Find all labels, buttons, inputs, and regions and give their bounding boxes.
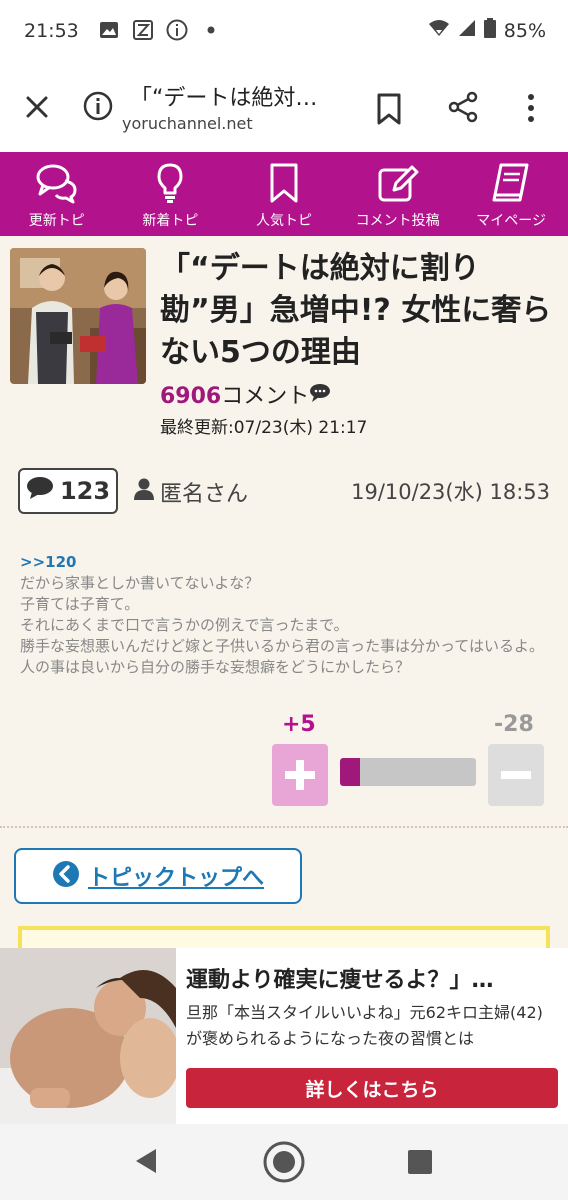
- dot-icon: [200, 19, 222, 41]
- nav-label: 人気トピ: [255, 213, 312, 229]
- user-icon: [134, 478, 154, 506]
- ad-image[interactable]: [0, 948, 176, 1124]
- home-icon[interactable]: [262, 1140, 306, 1188]
- image-icon: [98, 19, 120, 41]
- comment-count-number: 6906: [160, 384, 222, 409]
- nav-popular-topics[interactable]: 人気トピ: [227, 152, 341, 236]
- main-content: 「“デートは絶対に割り勘”男」急増中!? 女性に奢らない5つの理由 6906コメ…: [0, 236, 568, 956]
- divider: [0, 826, 568, 828]
- minus-vote-count: -28: [494, 712, 534, 737]
- post-line: 人の事は良いから自分の勝手な妄想癖をどうにかしたら？: [20, 658, 411, 676]
- author-name: 匿名さん: [160, 482, 249, 507]
- system-nav-bar: [0, 1124, 568, 1200]
- browser-page-title: 「“デートは絶対…: [130, 86, 318, 111]
- post-line: だから家事としか書いてないよな？: [20, 574, 260, 592]
- post-number: 123: [59, 477, 111, 505]
- app-icon: [132, 19, 154, 41]
- plus-vote-count: +5: [282, 712, 316, 737]
- bookmark-icon: [270, 163, 298, 203]
- nav-label: 新着トピ: [142, 213, 199, 229]
- post-line: それにあくまで口で言うかの例えで言ったまで。: [20, 616, 349, 634]
- nav-label: マイページ: [476, 213, 547, 229]
- plus-vote-button[interactable]: [272, 744, 328, 806]
- back-icon[interactable]: [132, 1146, 160, 1180]
- post-line: 子育ては子育て。: [20, 595, 140, 613]
- comment-bubble-icon: [309, 384, 331, 409]
- edit-icon: [378, 165, 419, 202]
- last-updated: 最終更新:07/23(木) 21:17: [160, 418, 368, 438]
- vote-ratio-bar: [340, 758, 476, 786]
- nav-post-comment[interactable]: コメント投稿: [341, 152, 455, 236]
- comment-count-label: コメント: [221, 384, 310, 409]
- bookmark-icon[interactable]: [374, 92, 404, 126]
- ad-banner[interactable]: 運動より確実に痩せるよ？」… 旦那「本当スタイルいいよね」元62キロ主婦(42)…: [0, 948, 568, 1124]
- share-icon[interactable]: [446, 90, 480, 124]
- reply-anchor-link[interactable]: >>120: [20, 552, 550, 573]
- post-meta: 123 匿名さん 19/10/23(水) 18:53: [18, 468, 550, 516]
- battery-percent: 85%: [503, 19, 546, 42]
- post-body: >>120 だから家事としか書いてないよな？ 子育ては子育て。 それにあくまで口…: [20, 552, 550, 678]
- wifi-icon: [428, 19, 450, 42]
- browser-url[interactable]: yoruchannel.net: [122, 114, 253, 133]
- ad-title[interactable]: 運動より確実に痩せるよ？」…: [186, 962, 494, 994]
- site-info-icon[interactable]: [82, 90, 114, 122]
- nav-new-topics[interactable]: 新着トピ: [114, 152, 228, 236]
- comment-bubble-icon: [26, 476, 54, 506]
- article-title: 「“デートは絶対に割り勘”男」急増中!? 女性に奢らない5つの理由: [160, 251, 552, 370]
- ad-details-button[interactable]: 詳しくはこちら: [186, 1068, 558, 1108]
- ad-description: 旦那「本当スタイルいいよね」元62キロ主婦(42)が褒められるようになった夜の習…: [186, 1003, 543, 1048]
- signal-icon: [458, 19, 476, 42]
- article-thumbnail[interactable]: [10, 248, 146, 384]
- battery-icon: [483, 18, 496, 43]
- recent-apps-icon[interactable]: [408, 1150, 432, 1174]
- minus-icon: [501, 771, 531, 779]
- post-author: 匿名さん: [134, 476, 248, 508]
- post-line: 勝手な妄想悪いんだけど嫁と子供いるから君の言った事は分かってはいるよ。: [20, 637, 544, 655]
- info-icon: [166, 19, 188, 41]
- topic-top-button[interactable]: トピックトップへ: [14, 848, 302, 904]
- chevron-left-icon: [52, 860, 80, 892]
- close-icon[interactable]: [20, 90, 54, 124]
- more-options-icon[interactable]: [518, 92, 544, 124]
- nav-my-page[interactable]: マイページ: [454, 152, 568, 236]
- book-icon: [492, 163, 529, 202]
- comment-count[interactable]: 6906コメント: [160, 378, 331, 410]
- nav-updated-topics[interactable]: 更新トピ: [0, 152, 114, 236]
- topic-top-label: トピックトップへ: [87, 866, 264, 891]
- post-date: 19/10/23(水) 18:53: [351, 480, 550, 504]
- chat-icon: [36, 164, 77, 204]
- post-number-button[interactable]: 123: [18, 468, 118, 514]
- minus-vote-button[interactable]: [488, 744, 544, 806]
- nav-label: コメント投稿: [355, 213, 440, 229]
- vote-ratio-fill: [340, 758, 361, 786]
- site-nav: 更新トピ 新着トピ 人気トピ コメント投稿 マイページ: [0, 152, 568, 236]
- nav-label: 更新トピ: [28, 213, 85, 229]
- status-bar: 21:53 85%: [0, 0, 568, 64]
- plus-icon: [285, 760, 315, 790]
- bulb-icon: [157, 163, 183, 203]
- status-time: 21:53: [24, 20, 79, 42]
- browser-toolbar: 「“デートは絶対… yoruchannel.net: [0, 64, 568, 152]
